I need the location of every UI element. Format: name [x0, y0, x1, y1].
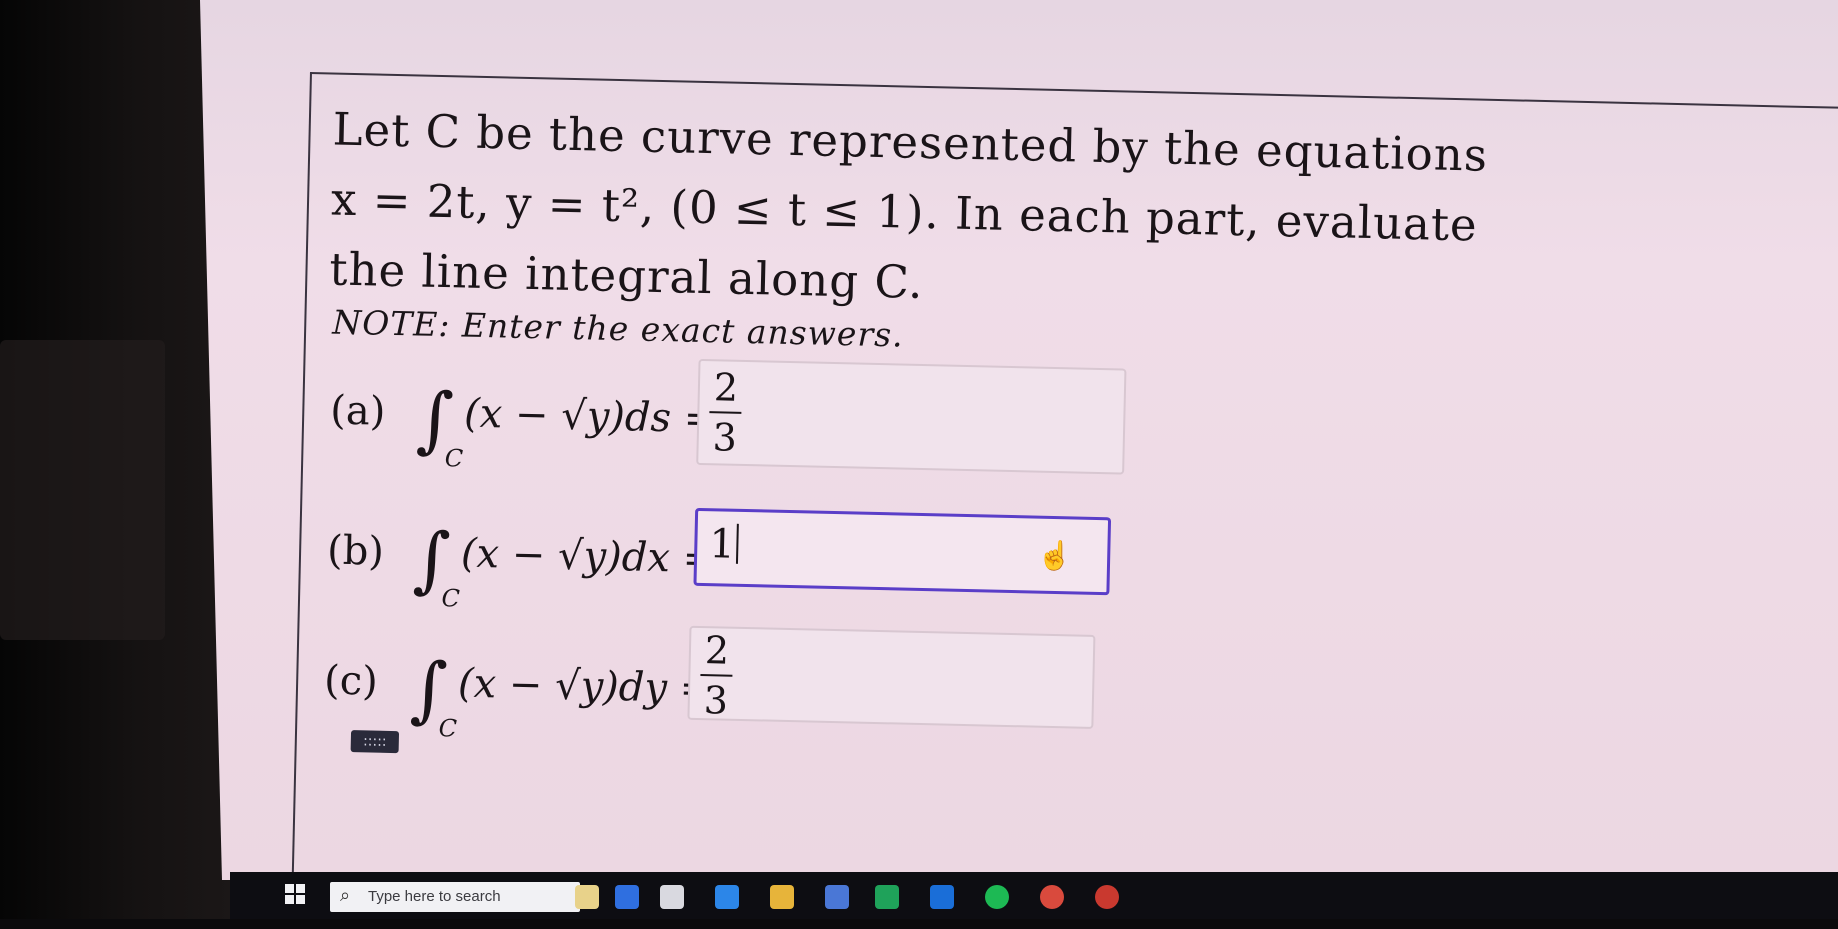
text-caret	[736, 523, 740, 564]
integral-subscript: C	[438, 714, 458, 743]
integral-subscript: C	[444, 444, 464, 473]
part-b: (b) ∫C(x − √y)dx =	[326, 515, 717, 619]
answer-a-denominator: 3	[712, 415, 738, 460]
chrome-profile-icon[interactable]	[1095, 885, 1119, 909]
part-a: (a) ∫C(x − √y)ds =	[329, 375, 718, 479]
edge-icon[interactable]	[715, 885, 739, 909]
answer-c-denominator: 3	[703, 678, 729, 723]
outlook-icon[interactable]	[930, 885, 954, 909]
spotify-icon[interactable]	[985, 885, 1009, 909]
task-view-icon[interactable]	[660, 885, 684, 909]
fraction-bar	[700, 674, 733, 677]
part-c-label: (c)	[323, 657, 379, 705]
file-explorer-icon[interactable]	[770, 885, 794, 909]
answer-b-value: 1	[708, 521, 740, 568]
taskbar-search-box[interactable]: ⌕ Type here to search	[330, 882, 580, 912]
answer-b-text: 1	[708, 521, 736, 568]
part-c-integrand: (x − √y)dy =	[457, 660, 714, 713]
windows-start-icon[interactable]	[285, 884, 307, 906]
part-b-integrand: (x − √y)dx =	[460, 530, 717, 583]
answer-field-a[interactable]: 2 3	[696, 358, 1127, 475]
chrome-icon[interactable]	[1040, 885, 1064, 909]
search-placeholder: Type here to search	[368, 888, 501, 905]
part-a-label: (a)	[329, 387, 386, 435]
app-icon[interactable]	[615, 885, 639, 909]
hand-pointer-icon: ☝	[1036, 538, 1073, 573]
pencil-app-icon[interactable]	[575, 885, 599, 909]
store-icon[interactable]	[825, 885, 849, 909]
monitor-screen: Let C be the curve represented by the eq…	[200, 0, 1838, 880]
question-stem: Let C be the curve represented by the eq…	[329, 95, 1533, 332]
part-b-label: (b)	[326, 527, 385, 575]
answer-field-b[interactable]: 1 ☝	[693, 507, 1112, 596]
part-a-integrand: (x − √y)ds =	[463, 390, 718, 443]
question-panel: Let C be the curve represented by the eq…	[291, 72, 1838, 880]
answer-c-fraction: 2 3	[695, 628, 737, 723]
answer-a-numerator: 2	[713, 365, 739, 410]
answer-field-c[interactable]: 2 3	[687, 625, 1096, 729]
search-icon: ⌕	[340, 885, 351, 906]
fraction-bar	[709, 411, 742, 414]
background-paper	[0, 340, 165, 640]
browser-icon[interactable]	[875, 885, 899, 909]
integral-subscript: C	[441, 584, 461, 613]
keypad-toggle-button[interactable]: :::::	[350, 730, 400, 754]
answer-a-fraction: 2 3	[704, 365, 746, 460]
answer-c-numerator: 2	[704, 628, 730, 673]
